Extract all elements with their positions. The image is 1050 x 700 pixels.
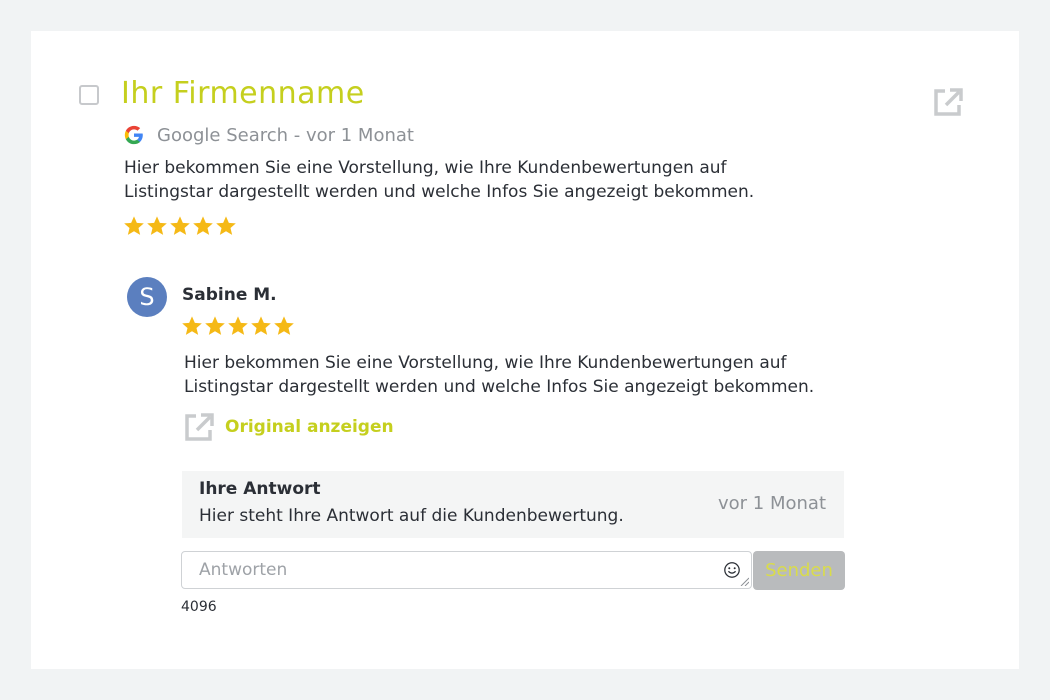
author-name: Sabine M. [182, 285, 277, 305]
reply-input[interactable]: Antworten [181, 551, 752, 589]
author-review-text: Hier bekommen Sie eine Vorstellung, wie … [184, 353, 815, 397]
answer-timestamp: vor 1 Monat [718, 493, 826, 514]
star-icon [124, 216, 144, 235]
review-text: Hier bekommen Sie eine Vorstellung, wie … [124, 158, 755, 202]
star-icon [251, 316, 271, 335]
review-card: Ihr Firmenname Google Search - vor 1 Mon… [31, 31, 1019, 669]
reply-placeholder: Antworten [199, 560, 288, 580]
company-name: Ihr Firmenname [121, 76, 365, 111]
source-label: Google Search - vor 1 Monat [157, 124, 414, 146]
answer-text: Hier steht Ihre Antwort auf die Kundenbe… [199, 506, 624, 526]
star-icon [274, 316, 294, 335]
external-link-icon [185, 413, 214, 441]
external-link-icon[interactable] [932, 86, 964, 118]
star-icon [216, 216, 236, 235]
star-icon [170, 216, 190, 235]
show-original-link[interactable]: Original anzeigen [183, 411, 394, 443]
star-icon [182, 316, 202, 335]
answer-heading: Ihre Antwort [199, 479, 321, 499]
send-button[interactable]: Senden [753, 551, 845, 590]
star-icon [205, 316, 225, 335]
owner-answer: Ihre Antwort Hier steht Ihre Antwort auf… [182, 471, 844, 538]
star-icon [228, 316, 248, 335]
review-rating [123, 215, 237, 237]
show-original-label: Original anzeigen [225, 417, 394, 437]
star-icon [193, 216, 213, 235]
resize-handle-icon[interactable] [739, 576, 749, 586]
char-counter: 4096 [181, 599, 217, 615]
star-icon [147, 216, 167, 235]
author-rating [181, 315, 295, 337]
google-icon [124, 125, 143, 145]
avatar: S [127, 277, 167, 317]
review-source: Google Search - vor 1 Monat [123, 123, 414, 147]
select-checkbox[interactable] [79, 85, 99, 105]
